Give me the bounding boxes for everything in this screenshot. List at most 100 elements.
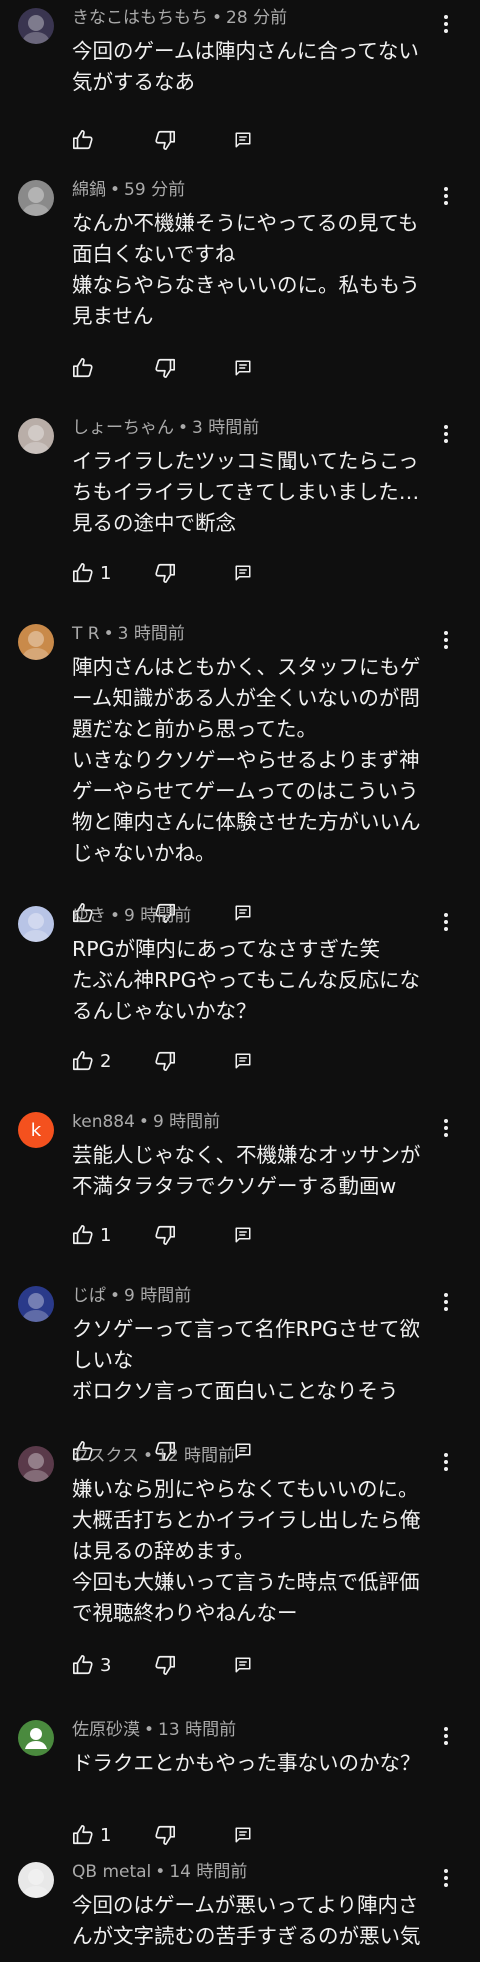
comment-time[interactable]: 12 時間前 (157, 1446, 235, 1466)
comment-time[interactable]: 13 時間前 (158, 1720, 236, 1740)
comment-header: きなこはもちもち • 28 分前 (72, 8, 287, 28)
comment-time[interactable]: 3 時間前 (118, 624, 185, 644)
separator-dot: • (178, 418, 189, 438)
dislike-button[interactable] (154, 1223, 176, 1247)
thumbs-down-icon (154, 1654, 176, 1676)
comment-text: クソゲーって言って名作RPGさせて欲 しいな ボロクソ言って面白いことなりそう (72, 1314, 442, 1407)
comment-text-line: ーム知識がある人が全くいないのが問 (72, 686, 420, 710)
more-vert-icon[interactable] (438, 1448, 454, 1476)
character-avatar[interactable] (18, 1862, 54, 1898)
like-button[interactable] (72, 128, 94, 152)
more-vert-icon[interactable] (438, 1288, 454, 1316)
comment-author[interactable]: しょーちゃん (72, 418, 174, 438)
thumbs-up-icon (72, 1824, 94, 1846)
comment-author[interactable]: ken884 (72, 1112, 135, 1132)
comment-text-line: 芸能人じゃなく、不機嫌なオッサンが (72, 1143, 421, 1167)
thumbs-up-icon (72, 562, 94, 584)
like-count: 1 (100, 1824, 112, 1846)
comment-author[interactable]: 佐原砂漠 (72, 1720, 140, 1740)
thumbs-up-icon (72, 357, 94, 379)
reply-button[interactable] (234, 1653, 252, 1677)
more-vert-icon[interactable] (438, 1114, 454, 1142)
dislike-button[interactable] (154, 561, 176, 585)
comment-author[interactable]: QB metal (72, 1862, 151, 1882)
more-vert-icon[interactable] (438, 1722, 454, 1750)
comment-author[interactable]: きなこはもちもち (72, 8, 208, 28)
comment-text-line: たぶん神RPGやってもこんな反応にな (72, 968, 420, 992)
like-count: 3 (100, 1654, 112, 1676)
letter-avatar[interactable]: k (18, 1112, 54, 1148)
comment-text-line: 見るの途中で断念 (72, 511, 236, 535)
reply-icon (234, 359, 252, 377)
like-button[interactable]: 1 (72, 1823, 111, 1847)
reply-button[interactable] (234, 1823, 252, 1847)
reply-button[interactable] (234, 1049, 252, 1073)
dislike-button[interactable] (154, 1049, 176, 1073)
dislike-button[interactable] (154, 1823, 176, 1847)
dislike-button[interactable] (154, 128, 176, 152)
comment-header: じぱ • 9 時間前 (72, 1286, 191, 1306)
comment-time[interactable]: 3 時間前 (192, 418, 259, 438)
more-vert-icon[interactable] (438, 182, 454, 210)
comment-text-line: 大概舌打ちとかイライラし出したら俺 (72, 1508, 421, 1532)
anime-avatar[interactable] (18, 1446, 54, 1482)
reply-button[interactable] (234, 561, 252, 585)
animal-avatar[interactable] (18, 180, 54, 216)
comment-time[interactable]: 59 分前 (124, 180, 185, 200)
food-avatar[interactable] (18, 624, 54, 660)
comment-time[interactable]: 28 分前 (226, 8, 287, 28)
comment-author[interactable]: クスクス (72, 1446, 139, 1466)
default-person-avatar[interactable] (18, 1720, 54, 1756)
more-vert-icon[interactable] (438, 908, 454, 936)
comment-author[interactable]: ゆき (72, 906, 106, 926)
comment-time[interactable]: 9 時間前 (153, 1112, 220, 1132)
photo-avatar[interactable] (18, 418, 54, 454)
avatar-letter: k (30, 1119, 42, 1141)
comment-header: T R • 3 時間前 (72, 624, 185, 644)
anime-girl-avatar[interactable] (18, 8, 54, 44)
comment-text-line: 今回も大嫌いって言うた時点で低評価 (72, 1570, 420, 1594)
comment-header: ゆき • 9 時間前 (72, 906, 191, 926)
comment-text-line: で視聴終わりやねんなー (72, 1601, 298, 1625)
comment-text: イライラしたツッコミ聞いてたらこっ ちもイライラしてきてしまいました… 見るの途中で… (72, 446, 442, 539)
comment-author[interactable]: じぱ (72, 1286, 106, 1306)
more-vert-icon[interactable] (438, 1864, 454, 1892)
comment-text-line: クソゲーって言って名作RPGさせて欲 (72, 1317, 420, 1341)
reply-button[interactable] (234, 901, 252, 925)
reply-button[interactable] (234, 1223, 252, 1247)
reply-icon (234, 1052, 252, 1070)
thumbs-down-icon (154, 1824, 176, 1846)
comment-time[interactable]: 9 時間前 (124, 906, 191, 926)
comment-time[interactable]: 9 時間前 (124, 1286, 191, 1306)
comment-text-line: イライラしたツッコミ聞いてたらこっ (72, 449, 419, 473)
more-vert-icon[interactable] (438, 420, 454, 448)
anime-avatar[interactable] (18, 906, 54, 942)
comment-text: 芸能人じゃなく、不機嫌なオッサンが 不満タラタラでクソゲーする動画w (72, 1140, 442, 1202)
dislike-button[interactable] (154, 1653, 176, 1677)
game-character-avatar[interactable] (18, 1286, 54, 1322)
comment-text-line: RPGが陣内にあってなさすぎた笑 (72, 937, 380, 961)
reply-icon (234, 564, 252, 582)
more-vert-icon[interactable] (438, 10, 454, 38)
like-button[interactable]: 3 (72, 1653, 111, 1677)
reply-icon (234, 1826, 252, 1844)
like-button[interactable]: 1 (72, 561, 111, 585)
dislike-button[interactable] (154, 356, 176, 380)
more-vert-icon[interactable] (438, 626, 454, 654)
thumbs-up-icon (72, 1050, 94, 1072)
comment-author[interactable]: 綿鍋 (72, 180, 106, 200)
comment-text-line: じゃないかね。 (72, 841, 216, 865)
reply-button[interactable] (234, 1439, 252, 1463)
reply-button[interactable] (234, 128, 252, 152)
comment-time[interactable]: 14 時間前 (169, 1862, 247, 1882)
comment-author[interactable]: T R (72, 624, 100, 644)
comment-text: 嫌いなら別にやらなくてもいいのに。 大概舌打ちとかイライラし出したら俺 は見るの辞め… (72, 1474, 442, 1629)
comment-text-line: 面白くないですね (72, 242, 236, 266)
like-button[interactable]: 1 (72, 1223, 111, 1247)
reply-button[interactable] (234, 356, 252, 380)
like-button[interactable] (72, 356, 94, 380)
thumbs-up-icon (72, 129, 94, 151)
like-button[interactable]: 2 (72, 1049, 111, 1073)
comment-text-line: んが文字読むの苦手すぎるのが悪い気 (72, 1924, 421, 1948)
comment-text-line: 物と陣内さんに体験させた方がいいん (72, 810, 421, 834)
